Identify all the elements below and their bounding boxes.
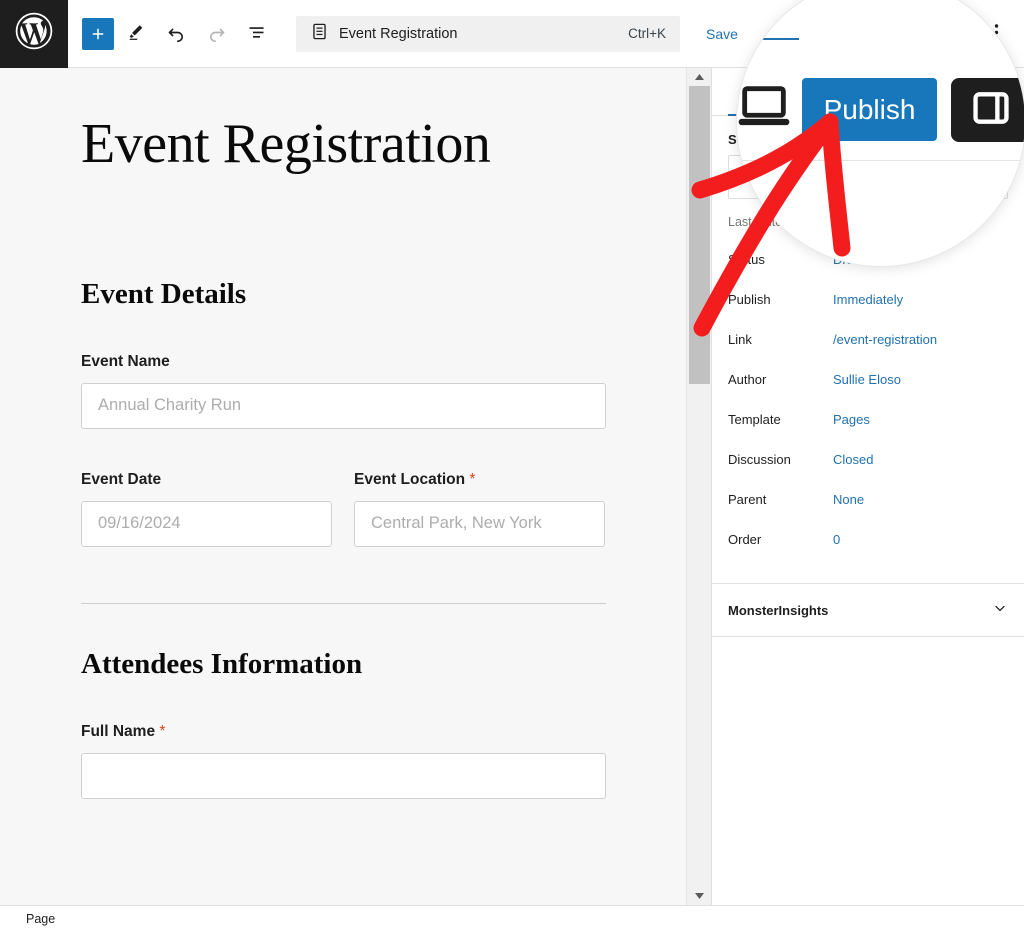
list-view-button[interactable]: [238, 16, 274, 52]
label-text: Full Name: [81, 722, 156, 740]
form-field-event-date: Event Date 09/16/2024: [81, 429, 332, 547]
row-label: Author: [728, 371, 767, 387]
row-value-publish[interactable]: Immediately: [833, 292, 903, 307]
row-value-discussion[interactable]: Closed: [833, 452, 873, 467]
attribute-row-link: Link /event-registration: [728, 319, 1008, 359]
page-document-icon: [310, 22, 329, 46]
attribute-row-parent: Parent None: [728, 479, 1008, 519]
undo-button[interactable]: [158, 16, 194, 52]
save-draft-link[interactable]: Save: [706, 26, 738, 42]
breadcrumb-page-label[interactable]: Page: [26, 912, 55, 926]
input-placeholder: 09/16/2024: [98, 514, 181, 533]
pencil-edit-icon: [126, 22, 146, 45]
required-asterisk: *: [469, 470, 476, 488]
attribute-row-order: Order 0: [728, 519, 1008, 559]
page-title[interactable]: Event Registration: [81, 113, 606, 176]
magnified-tab-underline: [737, 38, 799, 40]
chevron-down-icon: [992, 600, 1008, 621]
panel-monsterinsights[interactable]: MonsterInsights: [712, 583, 1024, 637]
event-name-input[interactable]: Annual Charity Run: [81, 382, 606, 429]
event-location-input[interactable]: Central Park, New York: [354, 500, 605, 547]
editor-status-bar: Page: [0, 905, 1024, 932]
row-label: Discussion: [728, 451, 791, 467]
tools-pencil-button[interactable]: [118, 16, 154, 52]
magnifier-loupe: Publish: [737, 0, 1024, 266]
field-label-event-name: Event Name: [81, 353, 606, 371]
command-center-bar[interactable]: Event Registration Ctrl+K: [296, 15, 680, 52]
row-value-order[interactable]: 0: [833, 532, 840, 547]
row-label: Template: [728, 411, 781, 427]
row-label: Link: [728, 331, 752, 347]
wordpress-logo-icon: [15, 12, 53, 55]
label-text: Event Location: [354, 470, 466, 488]
magnified-divider: [737, 160, 1024, 161]
magnifier-content: Publish: [737, 0, 1024, 266]
event-date-input[interactable]: 09/16/2024: [81, 500, 332, 547]
scroll-up-button[interactable]: [687, 68, 712, 86]
wordpress-block-editor: Event Registration Ctrl+K Save Publish: [0, 0, 1024, 932]
field-label-full-name: Full Name *: [81, 723, 606, 741]
section-divider: [81, 602, 606, 604]
magnified-settings-toggle[interactable]: [951, 78, 1024, 142]
section-heading-attendees-information[interactable]: Attendees Information: [81, 648, 606, 681]
redo-arrow-icon: [206, 22, 227, 46]
attribute-row-publish: Publish Immediately: [728, 279, 1008, 319]
row-value-link[interactable]: /event-registration: [833, 332, 937, 347]
form-row-date-location: Event Date 09/16/2024 Event Location * C…: [81, 429, 606, 547]
canvas-scrollbar[interactable]: [686, 68, 711, 905]
command-bar-title: Event Registration: [339, 25, 458, 42]
input-placeholder: Annual Charity Run: [98, 396, 242, 415]
full-name-input[interactable]: [81, 752, 606, 799]
wordpress-logo-button[interactable]: [0, 0, 68, 68]
add-block-button[interactable]: [82, 17, 114, 50]
field-label-event-date: Event Date: [81, 471, 332, 489]
undo-arrow-icon: [166, 22, 187, 46]
chevron-down-icon: [694, 887, 705, 905]
form-field-event-name: Event Name Annual Charity Run: [81, 353, 606, 429]
form-field-full-name: Full Name *: [81, 723, 606, 799]
panel-title: MonsterInsights: [728, 602, 829, 618]
row-label: Order: [728, 531, 762, 547]
scrollbar-thumb[interactable]: [689, 86, 710, 384]
field-label-event-location: Event Location *: [354, 471, 605, 489]
sidebar-settings-icon: [969, 88, 1013, 133]
section-heading-event-details[interactable]: Event Details: [81, 278, 606, 311]
row-label: Parent: [728, 491, 767, 507]
row-label: Publish: [728, 291, 771, 307]
chevron-up-icon: [694, 68, 705, 86]
editor-canvas[interactable]: Event Registration Event Details Event N…: [0, 68, 686, 905]
row-value-template[interactable]: Pages: [833, 412, 870, 427]
row-value-parent[interactable]: None: [833, 492, 864, 507]
label-text: Event Date: [81, 470, 162, 488]
redo-button[interactable]: [198, 16, 234, 52]
attribute-row-discussion: Discussion Closed: [728, 439, 1008, 479]
required-asterisk: *: [159, 722, 166, 740]
row-value-author[interactable]: Sullie Eloso: [833, 372, 901, 387]
page-attributes-list: Status Draft Publish Immediately Link /e…: [712, 233, 1024, 569]
label-text: Event Name: [81, 352, 170, 370]
attribute-row-template: Template Pages: [728, 399, 1008, 439]
magnified-publish-button[interactable]: Publish: [802, 78, 937, 141]
input-placeholder: Central Park, New York: [371, 514, 542, 533]
form-field-event-location: Event Location * Central Park, New York: [354, 429, 605, 547]
scroll-down-button[interactable]: [687, 887, 712, 905]
magnified-preview-button[interactable]: [737, 86, 793, 135]
toolbar-icon-group: [68, 16, 274, 52]
laptop-preview-icon: [737, 86, 793, 134]
document-overview-icon: [246, 22, 267, 46]
command-bar-shortcut: Ctrl+K: [628, 26, 666, 41]
attribute-row-author: Author Sullie Eloso: [728, 359, 1008, 399]
